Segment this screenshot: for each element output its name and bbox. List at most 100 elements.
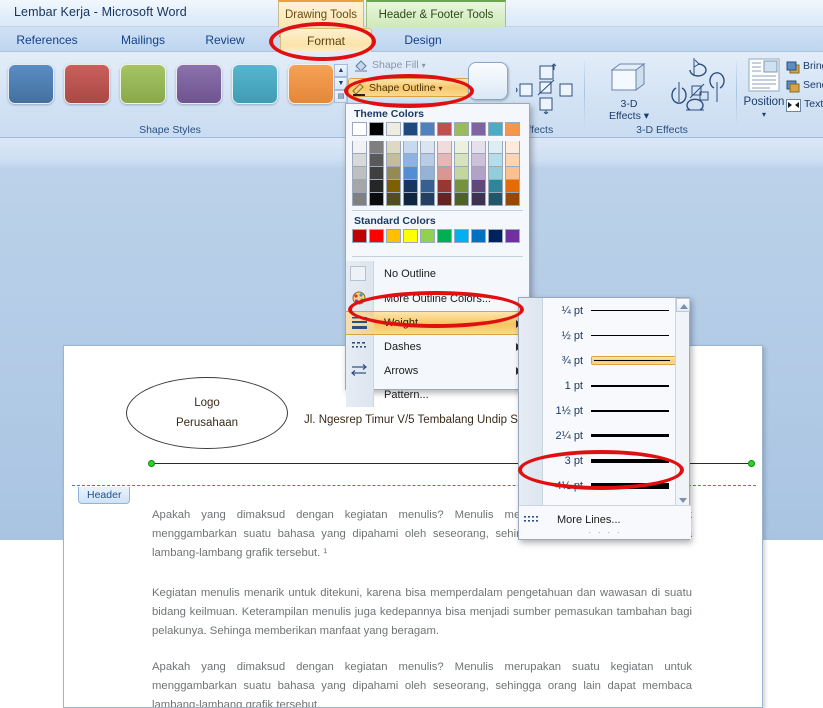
weight-submenu[interactable]: ¼ pt ½ pt ¾ pt 1 pt 1½ pt 2¼ pt 3 pt 4½	[518, 297, 691, 540]
theme-swatch-orange[interactable]	[505, 122, 520, 136]
tab-format[interactable]: Format	[280, 28, 372, 52]
menu-divider-1	[352, 210, 523, 211]
position-label: Position	[743, 96, 785, 108]
standard-swatch-blue[interactable]	[471, 229, 486, 243]
tint-column-6[interactable]	[437, 141, 452, 206]
tint-column-8[interactable]	[471, 141, 486, 206]
tab-review[interactable]: Review	[196, 28, 254, 52]
weight-option-one-and-half-pt[interactable]: 1½ pt	[519, 398, 689, 423]
theme-swatch-white[interactable]	[352, 122, 367, 136]
theme-swatch-black[interactable]	[369, 122, 384, 136]
position-caret-icon[interactable]: ▾	[734, 110, 794, 119]
shape-handle-right[interactable]	[748, 460, 755, 467]
standard-swatch-yellow[interactable]	[403, 229, 418, 243]
title-bar: Lembar Kerja - Microsoft Word Drawing To…	[0, 0, 823, 27]
weight-option-one-pt[interactable]: 1 pt	[519, 373, 689, 398]
contextual-tab-header-footer-tools[interactable]: Header & Footer Tools	[366, 0, 506, 27]
shape-handle-left[interactable]	[148, 460, 155, 467]
shape-style-chip-purple[interactable]	[176, 64, 222, 104]
arrows-icon	[351, 364, 367, 376]
standard-colors-row[interactable]	[346, 229, 529, 243]
weight-scroll-up-button[interactable]	[676, 298, 690, 312]
tab-references[interactable]: References	[8, 28, 86, 52]
weight-label-4: 1½ pt	[555, 404, 583, 417]
standard-swatch-orange[interactable]	[386, 229, 401, 243]
tint-column-7[interactable]	[454, 141, 469, 206]
standard-swatch-green[interactable]	[437, 229, 452, 243]
theme-swatch-purple[interactable]	[471, 122, 486, 136]
theme-swatch-red[interactable]	[437, 122, 452, 136]
theme-swatch-tan[interactable]	[386, 122, 401, 136]
weight-label-5: 2¼ pt	[555, 429, 583, 442]
text-wrapping-label: Text	[804, 98, 823, 110]
standard-swatch-red[interactable]	[369, 229, 384, 243]
shape-style-chip-teal[interactable]	[232, 64, 278, 104]
shape-fill-label: Shape Fill	[372, 59, 419, 71]
body-paragraph-2: Kegiatan menulis menarik untuk ditekuni,…	[152, 587, 692, 637]
tab-mailings[interactable]: Mailings	[110, 28, 176, 52]
weight-option-quarter-pt[interactable]: ¼ pt	[519, 298, 689, 323]
contextual-tab-drawing-tools[interactable]: Drawing Tools	[278, 0, 364, 27]
more-colors-icon	[352, 291, 366, 305]
menu-divider-2	[352, 256, 523, 257]
tint-column-10[interactable]	[505, 141, 520, 206]
header-section-tab: Header	[78, 487, 131, 504]
standard-swatch-darkblue[interactable]	[488, 229, 503, 243]
standard-swatch-lightgreen[interactable]	[420, 229, 435, 243]
menu-item-dashes[interactable]: Dashes	[346, 335, 529, 359]
three-d-effects-label-2[interactable]: Effects ▾	[600, 110, 658, 122]
weight-option-three-pt[interactable]: 3 pt	[519, 448, 689, 473]
menu-item-pattern[interactable]: Pattern...	[346, 383, 529, 407]
group-label-3d-effects: 3-D Effects	[636, 124, 688, 136]
weight-submenu-scrollbar[interactable]	[675, 298, 690, 507]
theme-colors-tint-grid[interactable]	[346, 141, 529, 206]
theme-swatch-green[interactable]	[454, 122, 469, 136]
tint-column-4[interactable]	[403, 141, 418, 206]
tint-column-9[interactable]	[488, 141, 503, 206]
shape-outline-button[interactable]: Shape Outline ▾	[348, 78, 470, 97]
shape-style-chip-blue[interactable]	[8, 64, 54, 104]
three-d-rotate-cluster-icon[interactable]	[664, 58, 732, 118]
submenu-grip[interactable]: · · · ·	[519, 527, 691, 537]
logo-shape[interactable]: Logo Perusahaan	[126, 377, 288, 449]
shape-style-chip-red[interactable]	[64, 64, 110, 104]
weight-icon	[352, 317, 367, 329]
tint-column-5[interactable]	[420, 141, 435, 206]
weight-option-two-and-quarter-pt[interactable]: 2¼ pt	[519, 423, 689, 448]
tab-design[interactable]: Design	[392, 28, 454, 52]
menu-item-no-outline[interactable]: No Outline	[346, 261, 529, 287]
weight-label-2: ¾ pt	[561, 354, 583, 367]
theme-swatch-aqua[interactable]	[488, 122, 503, 136]
standard-swatch-darkred[interactable]	[352, 229, 367, 243]
menu-item-arrows[interactable]: Arrows	[346, 359, 529, 383]
shape-style-chip-green[interactable]	[120, 64, 166, 104]
weight-option-four-and-half-pt[interactable]: 4½ pt	[519, 473, 689, 498]
shape-style-chip-orange[interactable]	[288, 64, 334, 104]
menu-item-more-outline-colors[interactable]: More Outline Colors...	[346, 287, 529, 311]
send-to-back-label: Send	[803, 79, 823, 91]
weight-label-7: 4½ pt	[555, 479, 583, 492]
shape-fill-button[interactable]: Shape Fill ▾	[352, 56, 426, 75]
menu-item-more-outline-colors-label: More Outline Colors...	[384, 293, 491, 305]
theme-colors-base-row[interactable]	[346, 122, 529, 136]
tint-column-2[interactable]	[369, 141, 384, 206]
shape-outline-dropdown[interactable]: Theme Colors Standard Colors No Outline …	[345, 103, 530, 407]
tint-column-1[interactable]	[352, 141, 367, 206]
theme-swatch-darkblue[interactable]	[403, 122, 418, 136]
group-label-shape-styles: Shape Styles	[139, 124, 201, 136]
standard-colors-header: Standard Colors	[354, 215, 436, 227]
standard-swatch-purple[interactable]	[505, 229, 520, 243]
tint-column-3[interactable]	[386, 141, 401, 206]
menu-item-arrows-label: Arrows	[384, 365, 419, 377]
bring-to-front-icon	[786, 61, 800, 74]
paint-bucket-icon	[355, 60, 367, 72]
body-paragraph-3: Apakah yang dimaksud dengan kegiatan men…	[152, 661, 692, 708]
standard-swatch-lightblue[interactable]	[454, 229, 469, 243]
weight-option-three-quarter-pt[interactable]: ¾ pt	[519, 348, 689, 373]
position-icon[interactable]	[748, 58, 780, 92]
weight-option-half-pt[interactable]: ½ pt	[519, 323, 689, 348]
menu-item-weight[interactable]: Weight	[346, 311, 529, 335]
shadow-effects-preview[interactable]	[468, 62, 508, 100]
three-d-box-icon[interactable]	[608, 60, 650, 96]
theme-swatch-blue[interactable]	[420, 122, 435, 136]
